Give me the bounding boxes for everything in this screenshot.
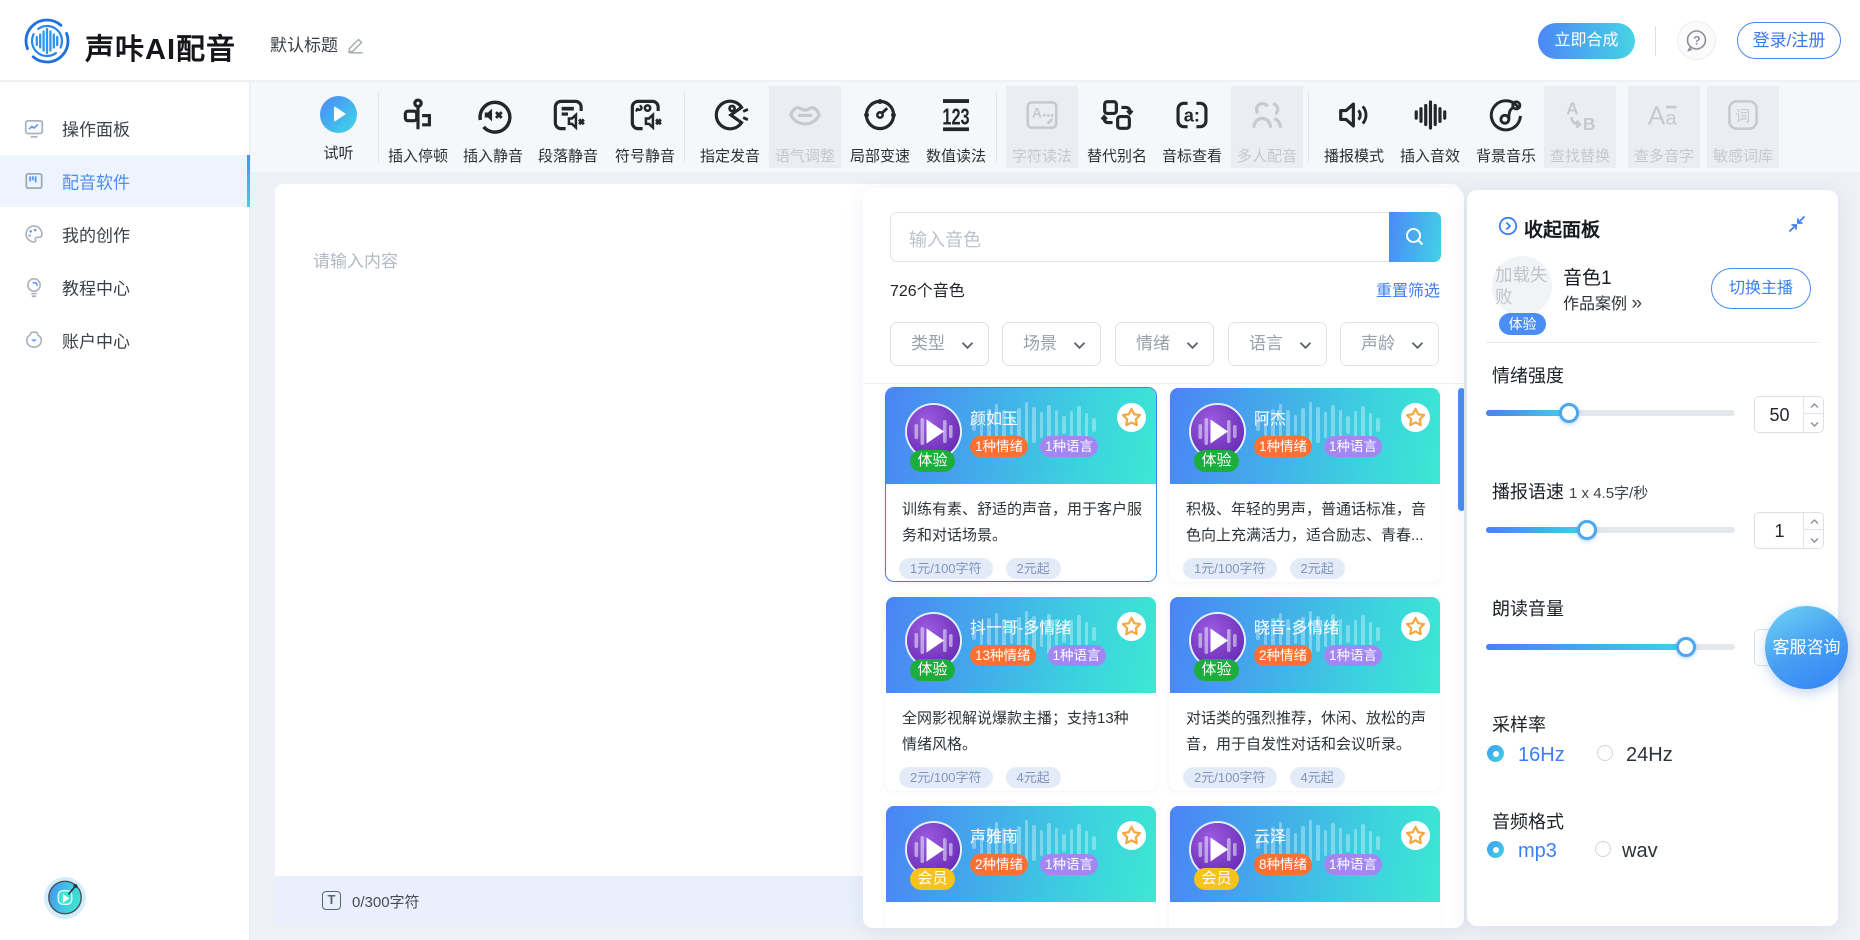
svg-text:B: B bbox=[1583, 114, 1596, 134]
svg-text:A: A bbox=[1648, 101, 1666, 131]
svg-text:A: A bbox=[1032, 106, 1042, 121]
svg-text:a:: a: bbox=[1184, 106, 1200, 126]
svg-text:词: 词 bbox=[1735, 108, 1750, 125]
svg-text:A: A bbox=[1566, 99, 1579, 119]
svg-text:123: 123 bbox=[942, 104, 969, 130]
svg-text:a: a bbox=[1666, 108, 1677, 130]
svg-text:?: ? bbox=[1693, 33, 1700, 47]
